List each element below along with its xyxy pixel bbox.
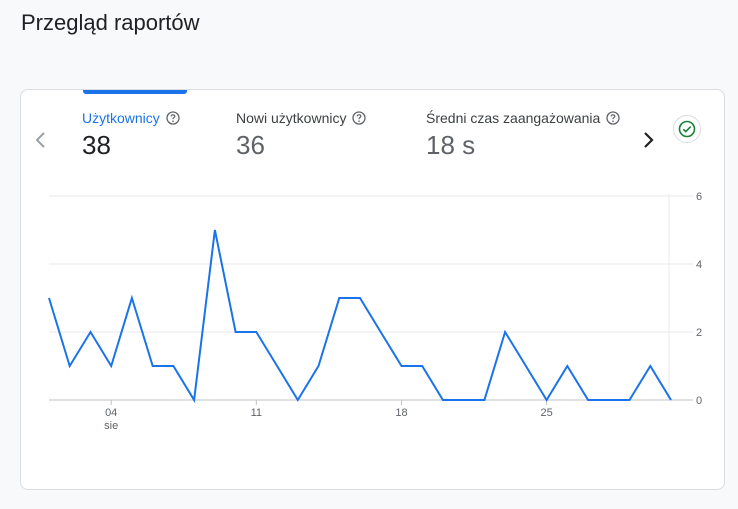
data-point[interactable] bbox=[357, 295, 363, 301]
data-point[interactable] bbox=[502, 329, 508, 335]
data-point[interactable] bbox=[440, 397, 446, 403]
data-point[interactable] bbox=[150, 363, 156, 369]
data-point[interactable] bbox=[461, 397, 467, 403]
y-tick-label: 6 bbox=[696, 191, 702, 203]
data-point[interactable] bbox=[295, 397, 301, 403]
report-card: Użytkownicy 38 Nowi użytkownicy 36 Średn… bbox=[20, 89, 725, 490]
x-tick-label: 25 bbox=[540, 407, 552, 419]
data-point[interactable] bbox=[67, 363, 73, 369]
data-point[interactable] bbox=[564, 363, 570, 369]
data-point[interactable] bbox=[585, 397, 591, 403]
y-tick-label: 2 bbox=[696, 327, 702, 339]
data-point[interactable] bbox=[523, 363, 529, 369]
data-point[interactable] bbox=[274, 363, 280, 369]
data-point[interactable] bbox=[170, 363, 176, 369]
data-point[interactable] bbox=[398, 363, 404, 369]
data-point[interactable] bbox=[316, 363, 322, 369]
data-point[interactable] bbox=[212, 227, 218, 233]
x-tick-label: 04 bbox=[105, 407, 117, 419]
data-point[interactable] bbox=[191, 397, 197, 403]
data-point[interactable] bbox=[378, 329, 384, 335]
users-line-chart: 0 2 4 6 04sie 11 18 25 bbox=[46, 191, 702, 432]
y-tick-label: 0 bbox=[696, 395, 702, 407]
data-point[interactable] bbox=[46, 295, 52, 301]
page-title: Przegląd raportów bbox=[21, 10, 200, 35]
x-tick-label: 18 bbox=[395, 407, 407, 419]
data-point[interactable] bbox=[647, 363, 653, 369]
data-point[interactable] bbox=[481, 397, 487, 403]
x-tick-month-label: sie bbox=[104, 420, 118, 432]
data-point[interactable] bbox=[108, 363, 114, 369]
data-point[interactable] bbox=[606, 397, 612, 403]
data-point[interactable] bbox=[419, 363, 425, 369]
data-point[interactable] bbox=[627, 397, 633, 403]
series-line-users bbox=[48, 229, 672, 403]
data-point[interactable] bbox=[253, 329, 259, 335]
data-point[interactable] bbox=[87, 329, 93, 335]
data-point[interactable] bbox=[233, 329, 239, 335]
data-point[interactable] bbox=[544, 397, 550, 403]
data-point[interactable] bbox=[668, 397, 674, 403]
data-point[interactable] bbox=[129, 295, 135, 301]
x-tick-label: 11 bbox=[251, 407, 262, 419]
data-point[interactable] bbox=[336, 295, 342, 301]
y-tick-label: 4 bbox=[696, 259, 702, 271]
